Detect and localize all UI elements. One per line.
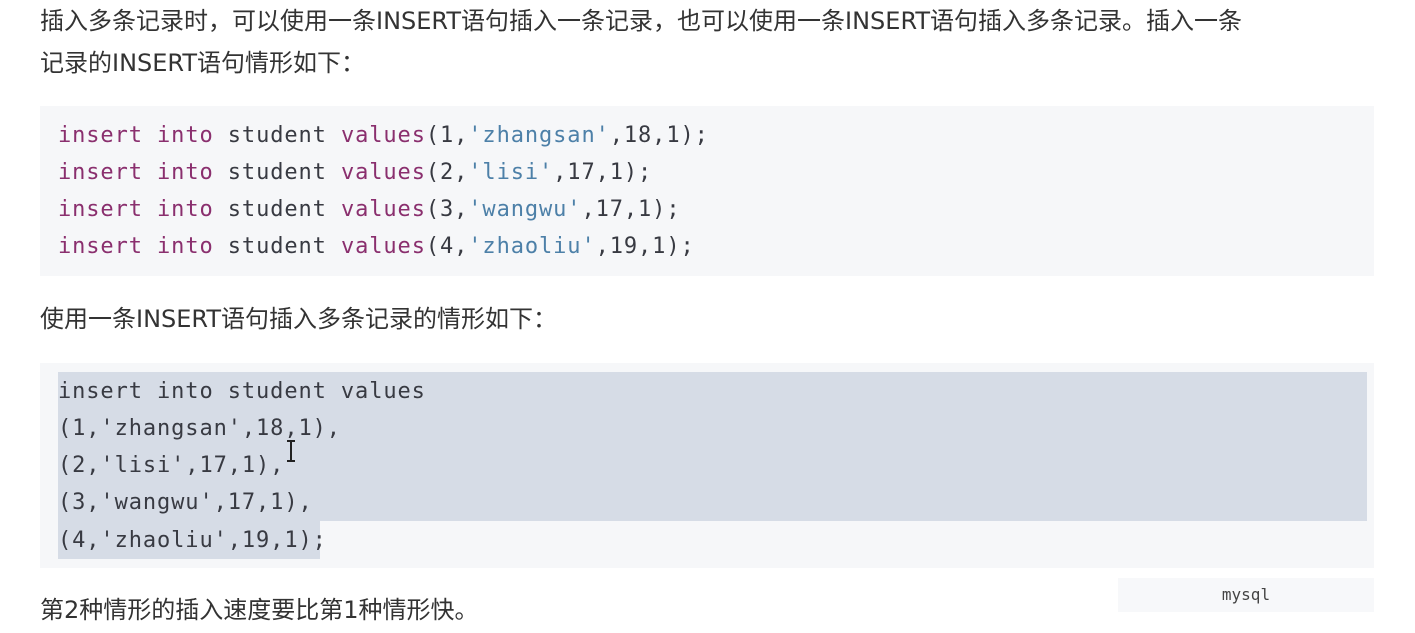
code-line[interactable]: insert into student values — [58, 373, 426, 410]
conclusion-paragraph: 第2种情形的插入速度要比第1种情形快。 — [40, 596, 479, 624]
keyword-insert: insert — [58, 123, 143, 148]
text-cursor-icon — [286, 439, 296, 463]
code-line[interactable]: (4,'zhaoliu',19,1); — [58, 522, 327, 559]
table-name: student — [227, 160, 327, 185]
keyword-into: into — [157, 123, 214, 148]
string-literal: 'zhaoliu' — [468, 234, 596, 259]
code-line[interactable]: (3,'wangwu',17,1), — [58, 484, 313, 521]
keyword-into: into — [157, 234, 214, 259]
keyword-values: values — [340, 197, 426, 222]
keyword-into: into — [157, 197, 214, 222]
code-line: insert into student values(2,'lisi',17,1… — [58, 154, 652, 191]
code-text: ,19,1); — [595, 234, 695, 259]
code-text: (3, — [425, 197, 469, 222]
code-line[interactable]: (1,'zhangsan',18,1), — [58, 410, 341, 447]
keyword-insert: insert — [58, 197, 143, 222]
code-text: (1, — [425, 123, 469, 148]
code-block-single-inserts: insert into student values(1,'zhangsan',… — [40, 106, 1374, 276]
intro-line-2: 记录的INSERT语句情形如下： — [40, 49, 366, 77]
code-text: (2, — [425, 160, 469, 185]
table-name: student — [227, 234, 327, 259]
string-literal: 'lisi' — [468, 160, 554, 185]
code-line: insert into student values(1,'zhangsan',… — [58, 117, 709, 154]
code-language-label: mysql — [1118, 578, 1374, 612]
keyword-into: into — [157, 160, 214, 185]
table-name: student — [227, 123, 327, 148]
code-line[interactable]: (2,'lisi',17,1), — [58, 447, 284, 484]
code-line: insert into student values(4,'zhaoliu',1… — [58, 228, 695, 265]
keyword-values: values — [340, 160, 426, 185]
code-text: ,17,1); — [581, 197, 681, 222]
string-literal: 'wangwu' — [468, 197, 582, 222]
keyword-values: values — [340, 123, 426, 148]
code-block-multi-insert[interactable]: insert into student values (1,'zhangsan'… — [40, 363, 1374, 568]
multi-insert-paragraph: 使用一条INSERT语句插入多条记录的情形如下： — [40, 305, 558, 333]
string-literal: 'zhangsan' — [468, 123, 610, 148]
keyword-insert: insert — [58, 234, 143, 259]
code-line: insert into student values(3,'wangwu',17… — [58, 191, 680, 228]
code-text: ,18,1); — [609, 123, 709, 148]
code-text: ,17,1); — [553, 160, 653, 185]
keyword-values: values — [340, 234, 426, 259]
table-name: student — [227, 197, 327, 222]
keyword-insert: insert — [58, 160, 143, 185]
intro-paragraph: 插入多条记录时，可以使用一条INSERT语句插入一条记录，也可以使用一条INSE… — [40, 0, 1242, 84]
intro-line-1: 插入多条记录时，可以使用一条INSERT语句插入一条记录，也可以使用一条INSE… — [40, 7, 1243, 35]
code-text: (4, — [425, 234, 469, 259]
